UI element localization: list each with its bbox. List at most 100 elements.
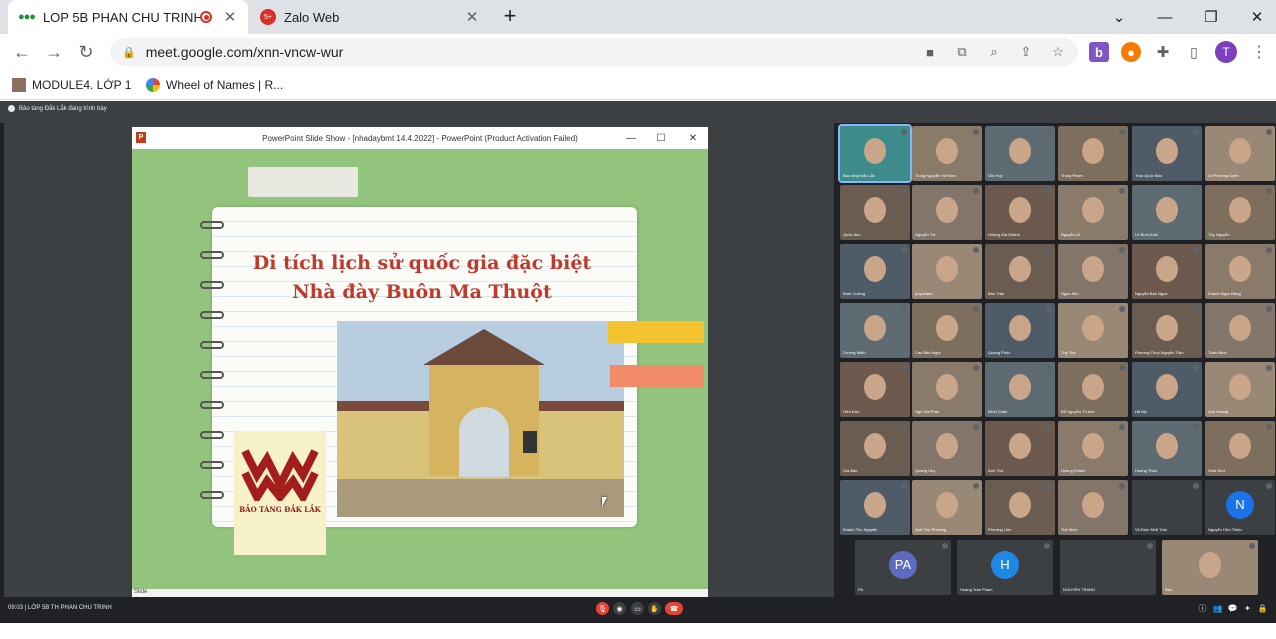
participant-tile[interactable]: Quang Huy	[912, 421, 982, 476]
participant-tile[interactable]: Ngọc Ánh	[1058, 244, 1128, 299]
close-window-button[interactable]: ✕	[1234, 0, 1276, 34]
new-tab-button[interactable]: +	[498, 3, 522, 28]
participant-tile[interactable]: Thy Nguyễn	[1205, 185, 1275, 240]
participant-tile[interactable]: quynhanh	[912, 244, 982, 299]
participant-name: Quốc Anh	[843, 232, 861, 237]
extensions-puzzle-icon[interactable]: ✚	[1153, 42, 1173, 62]
participant-tile[interactable]: Nguyễn Lê	[1058, 185, 1128, 240]
zoom-icon[interactable]: ⌕	[984, 42, 1004, 62]
participant-tile[interactable]: Gia Bảo	[840, 421, 910, 476]
more-menu-icon[interactable]: ⋮	[1247, 40, 1271, 64]
tab-search-icon[interactable]: ⌄	[1096, 0, 1142, 34]
participant-tile[interactable]: Phương Thuý Nguyễn Trần	[1132, 303, 1202, 358]
camera-icon[interactable]: ■	[920, 42, 940, 62]
participant-name: Tuấn Minh	[1208, 350, 1227, 355]
participant-tile[interactable]: Lê Bình Khôi	[1132, 185, 1202, 240]
participant-tile[interactable]: Tuấn Minh	[1205, 303, 1275, 358]
mic-muted-icon	[1266, 483, 1272, 489]
bookmark-star-icon[interactable]: ☆	[1048, 42, 1068, 62]
share-icon[interactable]: ⇪	[1016, 42, 1036, 62]
ppt-maximize-button[interactable]: ☐	[646, 127, 676, 149]
restore-button[interactable]: ❐	[1188, 0, 1234, 34]
participant-tile[interactable]: Hoàng Khánh	[1058, 421, 1128, 476]
participant-tile[interactable]: Quang Phúc	[985, 303, 1055, 358]
extension-honey-icon[interactable]: ●	[1121, 42, 1141, 62]
reload-icon[interactable]: ↻	[74, 40, 98, 64]
slide-title: Di tích lịch sử quốc gia đặc biệt Nhà đà…	[232, 249, 612, 307]
activities-icon[interactable]: ✦	[1242, 603, 1253, 614]
participant-tile[interactable]: Hà My	[1132, 362, 1202, 417]
bookmark-module4[interactable]: MODULE4. LỚP 1	[12, 75, 131, 95]
mic-muted-icon	[1193, 306, 1199, 312]
close-tab-icon[interactable]: ✕	[222, 8, 238, 26]
participant-tile[interactable]: Minh Châu	[985, 362, 1055, 417]
participant-tile[interactable]: Anh Hoàng	[1205, 362, 1275, 417]
participant-tile[interactable]: N Nguyễn Hữu Thiện	[1205, 480, 1275, 535]
participant-tile[interactable]: Phương Linh	[985, 480, 1055, 535]
participant-tile[interactable]: NGUYÊN TRANG	[1060, 540, 1156, 595]
participant-avatar	[1153, 490, 1181, 519]
end-call-button[interactable]: ☎	[665, 602, 683, 615]
participant-tile[interactable]: Đỗ Nguyễn Tú Anh	[1058, 362, 1128, 417]
participant-tile[interactable]: Nguyễn Bảo Ngọc	[1132, 244, 1202, 299]
participant-tile[interactable]: Hoàng Gia Khánh	[985, 185, 1055, 240]
spiral-ring	[200, 371, 224, 379]
participant-tile[interactable]: Thy Thy	[1058, 303, 1128, 358]
participant-tile[interactable]: Lê Phương Uyên	[1205, 126, 1275, 181]
mic-off-button[interactable]: 🎙	[596, 602, 609, 615]
participant-tile[interactable]: Anh Thư Phương	[912, 480, 982, 535]
participant-tile[interactable]: H Hoàng Trần Phạm	[957, 540, 1053, 595]
participant-grid: Bảo tàng Đắk Lắk Trung Nguyễn Võ Nam Gia H…	[838, 124, 1276, 596]
tab-zalo[interactable]: 5+ Zalo Web ✕	[250, 0, 490, 34]
participant-name: Bảo tàng Đắk Lắk	[843, 173, 875, 178]
minimize-button[interactable]: —	[1142, 0, 1188, 34]
side-panel-icon[interactable]: ▯	[1184, 42, 1204, 62]
participant-tile[interactable]: Anh Thư	[985, 421, 1055, 476]
participant-tile[interactable]: Khánh Ngọc Đặng	[1205, 244, 1275, 299]
back-icon[interactable]: ←	[10, 40, 34, 64]
participant-tile[interactable]: Bảo tàng Đắk Lắk	[838, 124, 912, 183]
bookmark-wheel-of-names[interactable]: Wheel of Names | R...	[146, 75, 283, 95]
participant-tile[interactable]: Tuệ Minh	[1058, 480, 1128, 535]
meet-control-bar: 09:03 | LỚP 5B TH PHAN CHU TRINH 🎙 ◉ ▭ ✋…	[0, 597, 1276, 623]
participant-tile[interactable]: Trung Phạm	[1058, 126, 1128, 181]
mic-muted-icon	[1119, 306, 1125, 312]
captions-button[interactable]: ▭	[631, 602, 644, 615]
participant-name: Thy Nguyễn	[1208, 232, 1230, 237]
participant-name: Gia Bảo	[843, 468, 858, 473]
participant-tile[interactable]: Hữu Đức	[840, 362, 910, 417]
participant-tile[interactable]: Võ Đình Nhã Trân	[1132, 480, 1202, 535]
participant-tile[interactable]: Ngô Gia Phát	[912, 362, 982, 417]
lock-icon[interactable]: 🔒	[1257, 603, 1268, 614]
chat-icon[interactable]: 💬	[1227, 603, 1238, 614]
profile-avatar[interactable]: T	[1215, 41, 1237, 63]
mic-muted-icon	[973, 483, 979, 489]
participant-tile[interactable]: Trung Nguyễn Võ Nam	[912, 126, 982, 181]
info-icon[interactable]: ⓘ	[1197, 603, 1208, 614]
camera-button[interactable]: ◉	[613, 602, 626, 615]
participant-video	[1009, 256, 1031, 282]
tab-meet[interactable]: ●●● LOP 5B PHAN CHU TRINH ✕	[8, 0, 248, 34]
participant-tile[interactable]: Gia Huy	[985, 126, 1055, 181]
forward-icon[interactable]: →	[42, 40, 66, 64]
participant-tile[interactable]: Bạn	[1162, 540, 1258, 595]
open-in-new-icon[interactable]: ⧉	[952, 42, 972, 62]
participant-tile[interactable]: Hoài Như	[1205, 421, 1275, 476]
participant-tile[interactable]: Quốc Anh	[840, 185, 910, 240]
raise-hand-button[interactable]: ✋	[648, 602, 661, 615]
participant-tile[interactable]: Nguyễn Thị	[912, 185, 982, 240]
participant-tile[interactable]: Cao Bảo Ngọc	[912, 303, 982, 358]
people-icon[interactable]: 👥	[1212, 603, 1223, 614]
close-tab-icon[interactable]: ✕	[464, 8, 480, 26]
ppt-close-button[interactable]: ✕	[678, 127, 708, 149]
address-bar[interactable]: 🔒 meet.google.com/xnn-vncw-wur ■ ⧉ ⌕ ⇪ ☆	[110, 38, 1078, 66]
participant-tile[interactable]: Hoàng Thảo	[1132, 421, 1202, 476]
extension-b-icon[interactable]: b	[1089, 42, 1109, 62]
participant-tile[interactable]: Bảo Trân	[985, 244, 1055, 299]
participant-tile[interactable]: Đinh Cường	[840, 244, 910, 299]
participant-tile[interactable]: Khánh Thu Nguyễn	[840, 480, 910, 535]
participant-tile[interactable]: Dương Minh	[840, 303, 910, 358]
participant-tile[interactable]: Trần Quốc Bảo	[1132, 126, 1202, 181]
participant-tile[interactable]: PA PA	[855, 540, 951, 595]
ppt-minimize-button[interactable]: —	[616, 127, 646, 149]
